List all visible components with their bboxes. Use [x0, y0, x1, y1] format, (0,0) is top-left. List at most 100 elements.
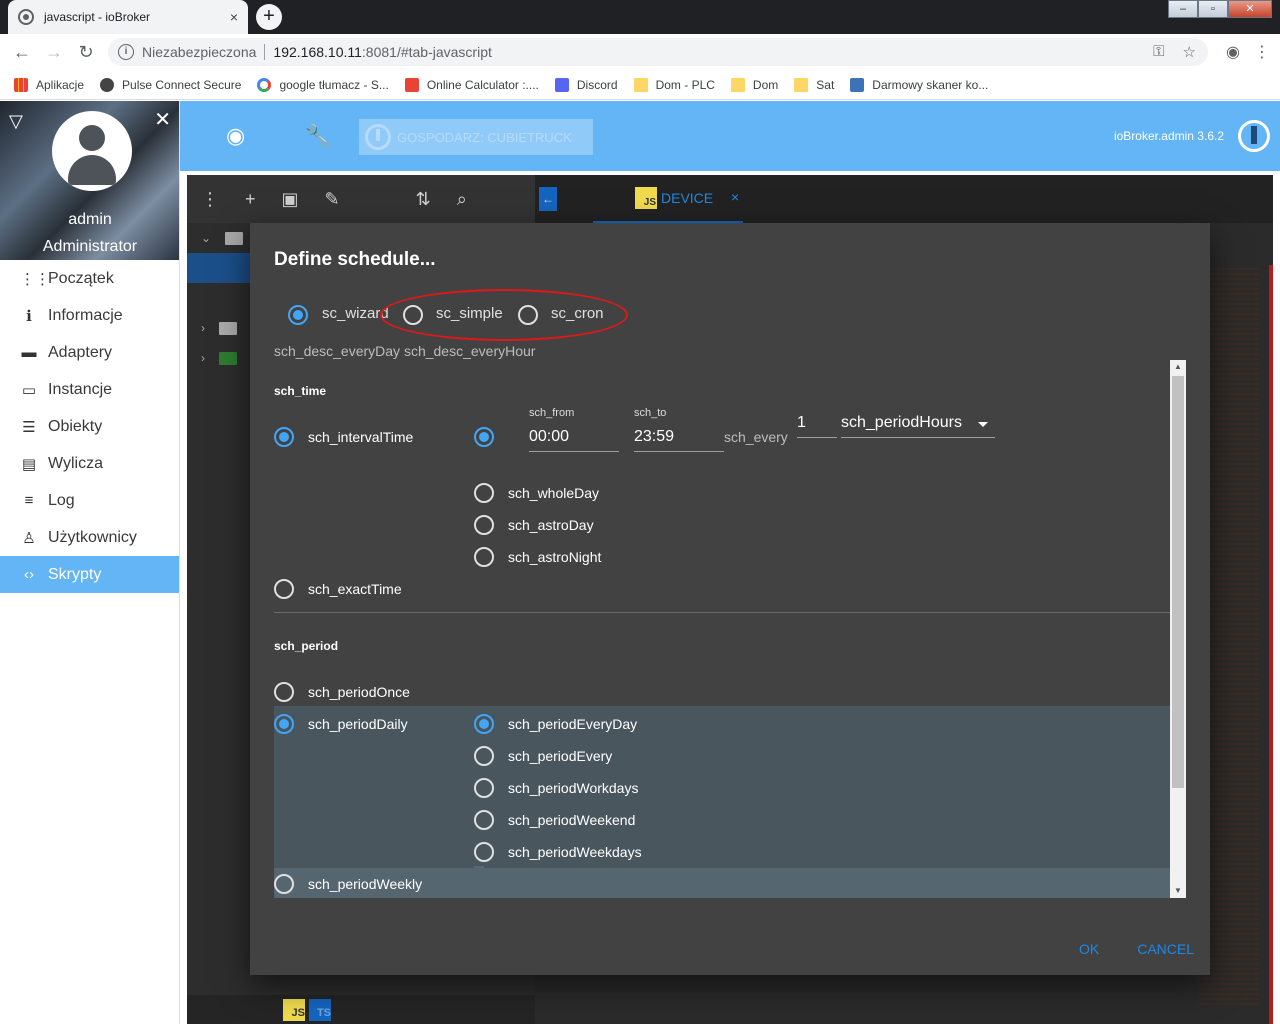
bookmark-3[interactable]: Online Calculator :.... [404, 77, 539, 92]
sidebar-item-2[interactable]: ▬ Adaptery [0, 334, 179, 371]
schedule-scroll-area[interactable]: sch_time sch_intervalTime sch_from 00:00… [274, 360, 1186, 898]
sidebar-item-0[interactable]: ⋮⋮ Początek [0, 260, 179, 297]
close-sidebar-icon[interactable]: ✕ [154, 107, 171, 132]
radio-daily-option-3[interactable] [474, 810, 494, 830]
error-bar [1269, 265, 1273, 1024]
vertical-scrollbar[interactable]: ▲ ▼ [1170, 360, 1186, 898]
triangle-menu-icon[interactable]: ▽ [9, 111, 23, 132]
radio-whole-day[interactable] [474, 483, 494, 503]
tab-device-label: DEVICE [661, 190, 714, 206]
ok-button[interactable]: OK [1079, 941, 1099, 957]
sidebar-item-7[interactable]: ♙ Użytkownicy [0, 519, 179, 556]
close-window-button[interactable]: ✕ [1228, 0, 1272, 18]
radio-daily-option-0[interactable] [474, 714, 494, 734]
store-icon: ▬ [21, 344, 37, 361]
wrench-icon[interactable]: 🔧 [304, 123, 331, 149]
star-icon[interactable]: ☆ [1183, 43, 1196, 61]
section-divider [274, 612, 1170, 613]
radio-period-once[interactable] [274, 682, 294, 702]
sidebar-item-8[interactable]: ‹› Skrypty [0, 556, 179, 593]
radio-exact-time[interactable] [274, 579, 294, 599]
js-mode-icon[interactable]: JS [283, 999, 305, 1021]
site-info-icon[interactable]: i [118, 44, 134, 60]
cancel-button[interactable]: CANCEL [1137, 941, 1194, 957]
url-path: :8081/#tab-javascript [361, 44, 492, 60]
minimize-button[interactable]: – [1168, 0, 1198, 18]
bookmark-7[interactable]: Sat [794, 77, 834, 92]
host-label: GOSPODARZ: CUBIETRUCK [397, 129, 572, 145]
key-icon[interactable]: ⚿ [1153, 43, 1164, 61]
radio-astro-day[interactable] [474, 515, 494, 535]
expand-icon[interactable]: ⌄ [201, 231, 211, 245]
sidebar-item-3[interactable]: ▭ Instancje [0, 371, 179, 408]
bookmark-8[interactable]: Darmowy skaner ko... [850, 77, 988, 92]
chevron-down-icon[interactable] [978, 422, 988, 427]
to-time-input[interactable]: 23:59 [634, 428, 724, 452]
radio-period-daily[interactable] [274, 714, 294, 734]
avatar-head [79, 125, 105, 151]
js-badge-icon: JS [635, 187, 657, 209]
add-script-icon[interactable]: + [245, 189, 256, 210]
bookmark-2[interactable]: google tłumacz - S... [257, 77, 389, 92]
chevron-right-icon[interactable]: › [201, 321, 205, 335]
period-unit-select[interactable]: sch_periodHours [841, 414, 995, 438]
radio-astro-night[interactable] [474, 547, 494, 567]
scrollbar-thumb[interactable] [1172, 376, 1184, 788]
tab-device[interactable]: JS DEVICE [593, 175, 743, 223]
browser-tab[interactable]: javascript - ioBroker × [8, 0, 248, 34]
radio-daily-option-2[interactable] [474, 778, 494, 798]
add-folder-icon[interactable]: ▣ [282, 189, 299, 210]
calc-icon [404, 77, 419, 92]
host-selector[interactable]: GOSPODARZ: CUBIETRUCK [359, 119, 593, 155]
scroll-up-icon[interactable]: ▲ [1170, 360, 1186, 374]
scroll-down-icon[interactable]: ▼ [1170, 884, 1186, 898]
reload-icon[interactable]: ↻ [70, 42, 102, 63]
back-arrow-icon[interactable]: ← [6, 42, 38, 63]
radio-daily-option-1[interactable] [474, 746, 494, 766]
radio-period-weekly[interactable] [274, 874, 294, 894]
from-label: sch_from [529, 407, 575, 419]
sidebar-item-label: Log [48, 491, 75, 509]
log-icon: ≡ [24, 492, 34, 509]
eye-icon[interactable]: ◉ [226, 123, 245, 149]
from-time-input[interactable]: 00:00 [529, 428, 619, 452]
sidebar-item-label: Informacje [48, 306, 123, 324]
bookmark-1[interactable]: Pulse Connect Secure [100, 77, 241, 92]
menu-dots-icon[interactable]: ⋮ [1254, 42, 1270, 62]
bookmark-6[interactable]: Dom [730, 77, 778, 92]
edit-icon[interactable]: ✎ [325, 189, 340, 210]
account-icon[interactable]: ◉ [1226, 42, 1240, 62]
radio-daily-option-4[interactable] [474, 842, 494, 862]
bookmark-0[interactable]: Aplikacje [14, 77, 84, 92]
new-tab-button[interactable]: + [256, 4, 282, 30]
search-icon[interactable]: ⌕ [457, 189, 467, 210]
sidebar-item-6[interactable]: ≡ Log [0, 482, 179, 519]
window-controls: – ▫ ✕ [1168, 0, 1272, 18]
tab-close-icon[interactable]: × [230, 9, 238, 25]
bookmark-label: Discord [576, 77, 618, 92]
chevron-right-icon[interactable]: › [201, 351, 205, 365]
maximize-button[interactable]: ▫ [1198, 0, 1228, 18]
label-astro-night: sch_astroNight [508, 549, 602, 565]
back-arrow-icon[interactable]: ← [539, 187, 557, 211]
sidebar-item-1[interactable]: ℹ Informacje [0, 297, 179, 334]
every-value-input[interactable]: 1 [797, 414, 837, 438]
tab-close-icon[interactable]: × [731, 189, 739, 205]
sidebar-item-4[interactable]: ☰ Obiekty [0, 408, 179, 445]
radio-sc-wizard[interactable] [288, 305, 308, 325]
user-icon: ♙ [22, 529, 36, 547]
radio-interval-time[interactable] [274, 427, 294, 447]
iobroker-logo-icon [1238, 120, 1270, 152]
list-icon: ☰ [22, 418, 36, 436]
more-vert-icon[interactable]: ⋮ [201, 189, 219, 210]
address-bar[interactable]: i Niezabezpieczona 192.168.10.11 :8081/#… [108, 38, 1208, 66]
sidebar-item-5[interactable]: ▤ Wylicza [0, 445, 179, 482]
sort-icon[interactable]: ⇅ [416, 189, 431, 210]
avatar [52, 111, 132, 191]
keyboard-icon: ▭ [21, 381, 37, 399]
ts-mode-icon[interactable]: TS [309, 999, 331, 1021]
bookmark-4[interactable]: Discord [554, 77, 618, 92]
bookmark-5[interactable]: Dom - PLC [633, 77, 715, 92]
radio-time-range[interactable] [474, 427, 494, 447]
forward-arrow-icon[interactable]: → [38, 42, 70, 63]
